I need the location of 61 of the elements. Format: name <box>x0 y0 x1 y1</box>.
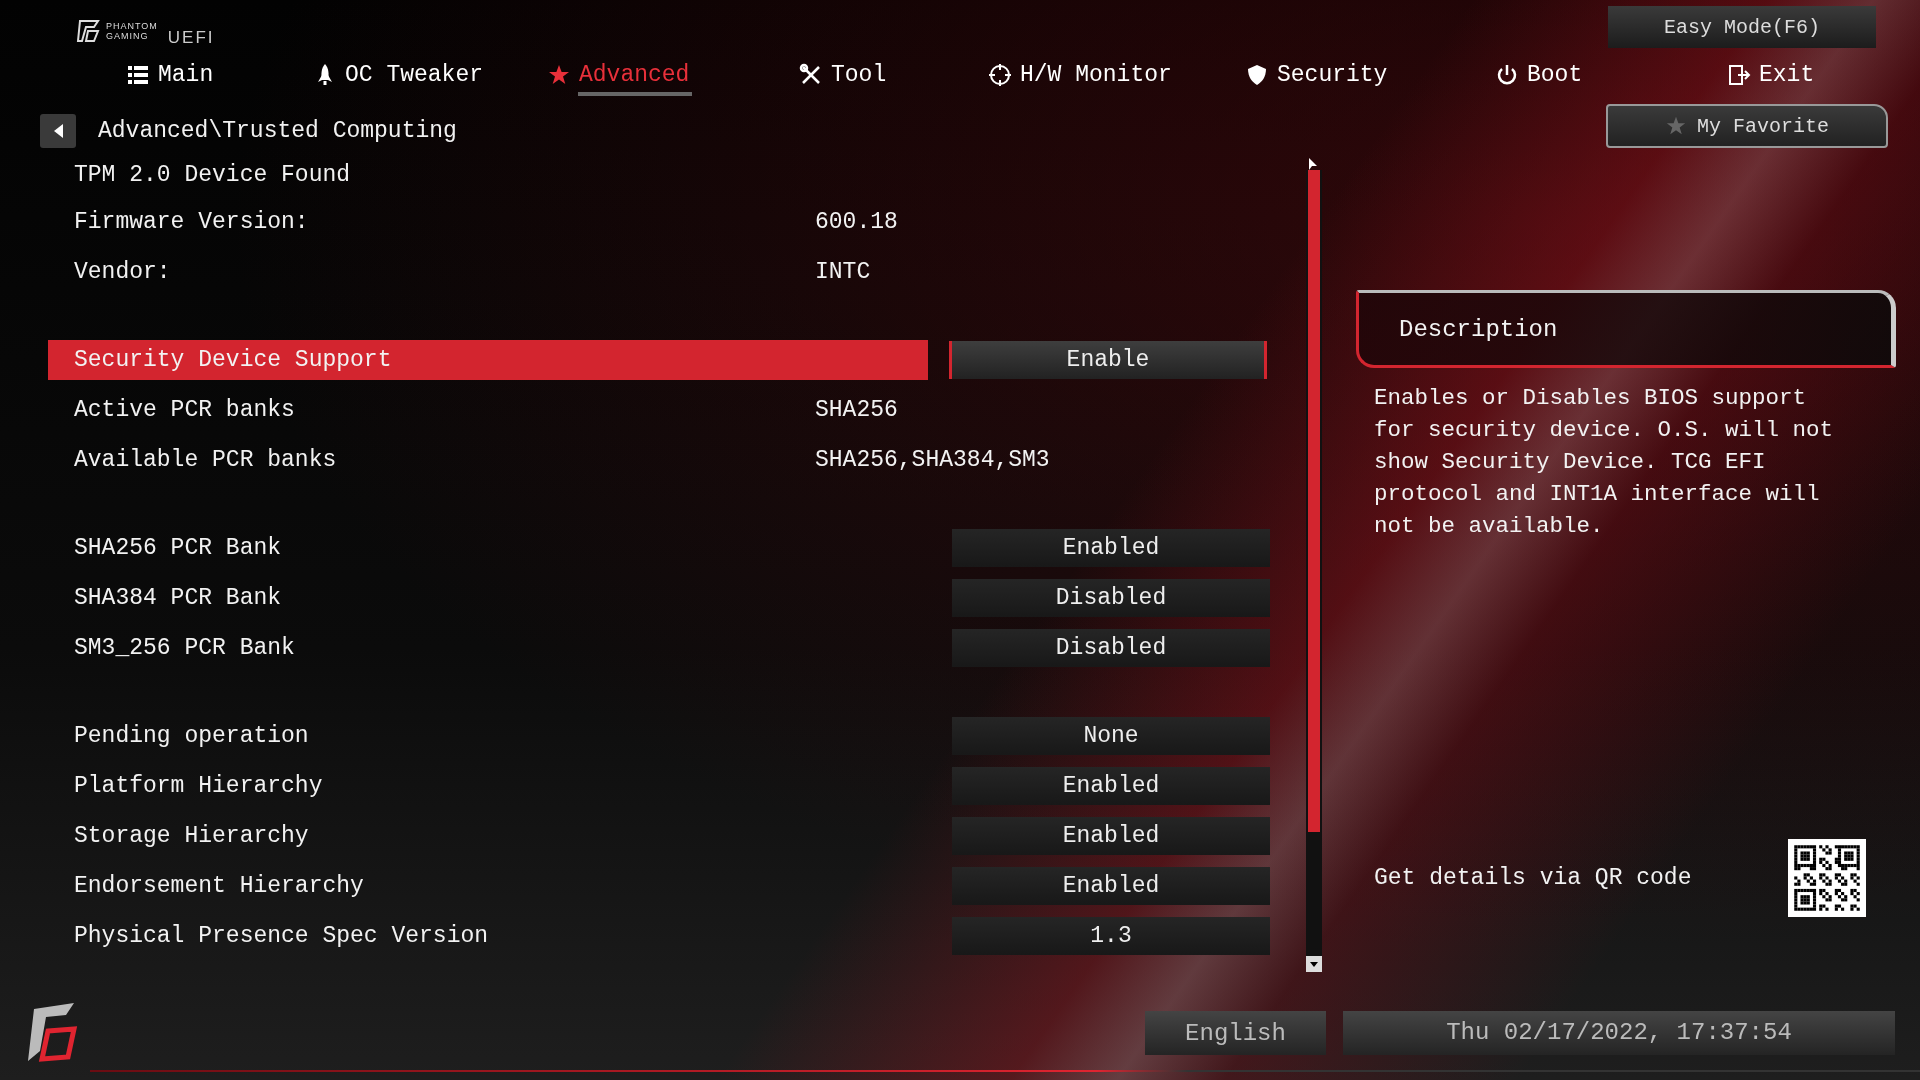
menu-tab[interactable]: OC Tweaker <box>307 58 541 96</box>
option-dropdown[interactable]: Enable <box>949 341 1267 380</box>
brand-product: UEFI <box>167 28 215 48</box>
setting-label: Available PCR banks <box>73 446 337 476</box>
setting-label: Active PCR banks <box>73 396 295 426</box>
setting-label[interactable]: SHA384 PCR Bank <box>48 578 282 619</box>
star-icon <box>1665 115 1687 137</box>
my-favorite-button[interactable]: My Favorite <box>1606 104 1888 148</box>
description-title: Description <box>1399 315 1558 343</box>
setting-label[interactable]: SM3_256 PCR Bank <box>48 628 295 669</box>
selected-setting-label[interactable]: Security Device Support <box>48 340 928 381</box>
date-time: Thu 02/17/2022, 17:37:54 <box>1343 1011 1895 1056</box>
menu-tab[interactable]: Boot <box>1489 58 1721 96</box>
option-dropdown[interactable]: None <box>952 717 1270 756</box>
qr-code-icon <box>1788 839 1866 918</box>
menu-tab[interactable]: Main <box>120 58 307 96</box>
menu-tab[interactable]: Security <box>1239 58 1489 96</box>
easy-mode-button[interactable]: Easy Mode(F6) <box>1608 6 1876 48</box>
setting-label: Firmware Version: <box>73 208 309 238</box>
setting-label[interactable]: Endorsement Hierarchy <box>48 866 364 907</box>
setting-label[interactable]: Storage Hierarchy <box>48 816 309 857</box>
power-icon <box>1495 63 1519 87</box>
menu-tab[interactable]: Tool <box>793 58 982 96</box>
option-dropdown[interactable]: Enabled <box>952 817 1270 856</box>
setting-value: SHA256 <box>815 397 898 424</box>
option-dropdown[interactable]: 1.3 <box>952 917 1270 956</box>
brand-name: GAMING <box>106 31 150 41</box>
option-dropdown[interactable]: Disabled <box>952 579 1270 618</box>
option-dropdown[interactable]: Enabled <box>952 767 1270 806</box>
setting-label[interactable]: Physical Presence Spec Version <box>48 916 489 957</box>
option-dropdown[interactable]: Enabled <box>952 529 1270 568</box>
list-icon <box>126 63 150 87</box>
brand-name: PHANTOM <box>106 21 158 31</box>
caret-icon <box>1310 961 1318 967</box>
language-button[interactable]: English <box>1145 1011 1326 1056</box>
scrollbar-thumb[interactable] <box>1308 170 1320 833</box>
breadcrumb: Advanced\Trusted Computing <box>98 118 457 145</box>
description-text: Enables or Disables BIOS support for security device. O.S. will not show Security Device. TCG EFI protocol and INT1A interface will not be available. <box>1374 384 1835 542</box>
option-dropdown[interactable]: Enabled <box>952 867 1270 906</box>
setting-value: 600.18 <box>815 209 898 236</box>
setting-label[interactable]: Platform Hierarchy <box>48 766 323 807</box>
setting-label[interactable]: SHA256 PCR Bank <box>48 528 282 569</box>
option-dropdown[interactable]: Disabled <box>952 629 1270 668</box>
setting-value: SHA256,SHA384,SM3 <box>815 447 1050 474</box>
crosshair-icon <box>988 63 1012 87</box>
setting-value: INTC <box>815 259 871 286</box>
menu-tab[interactable]: Advanced <box>541 58 793 96</box>
logo-icon <box>76 19 102 43</box>
setting-label: TPM 2.0 Device Found <box>73 161 351 191</box>
setting-label: Vendor: <box>73 258 171 288</box>
scrollbar[interactable] <box>1306 170 1322 973</box>
menu-tab[interactable]: H/W Monitor <box>982 58 1239 96</box>
exit-icon <box>1727 63 1751 87</box>
menu-tab[interactable]: Exit <box>1721 58 1821 96</box>
qr-caption: Get details via QR code <box>1374 865 1693 892</box>
scroll-down-button[interactable] <box>1306 956 1322 973</box>
cursor-icon <box>1308 158 1318 171</box>
setting-label[interactable]: Pending operation <box>48 716 309 757</box>
back-icon <box>52 123 64 140</box>
back-button[interactable] <box>40 114 76 149</box>
shield-icon <box>1245 63 1269 87</box>
